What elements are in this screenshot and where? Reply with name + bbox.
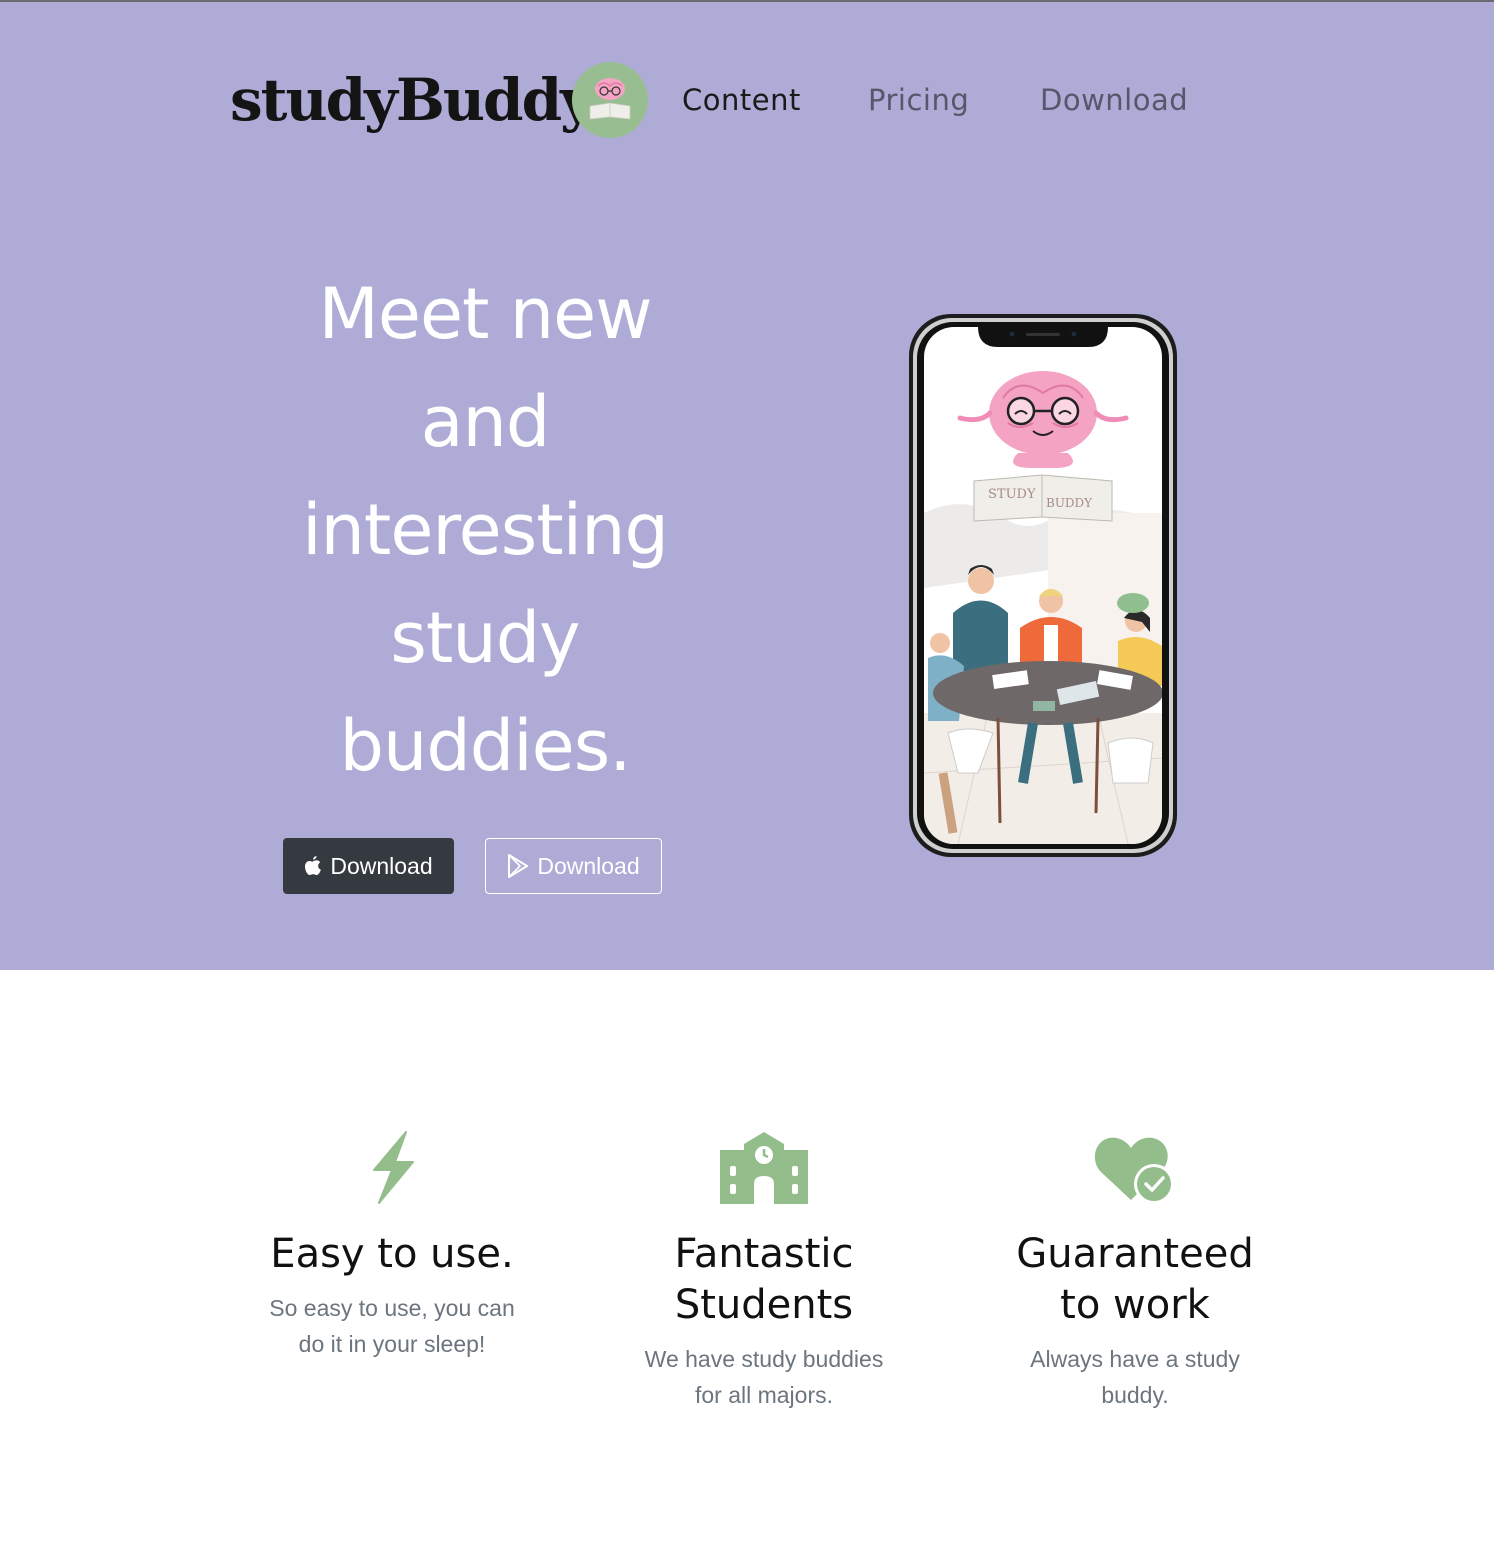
headline-line: and bbox=[420, 381, 551, 463]
app-store-download-button[interactable]: Download bbox=[283, 838, 454, 894]
bolt-icon bbox=[373, 1131, 414, 1204]
nav-link-download[interactable]: Download bbox=[1040, 82, 1188, 118]
google-play-download-button[interactable]: Download bbox=[485, 838, 662, 894]
headline-line: buddies. bbox=[339, 705, 632, 787]
google-play-icon bbox=[508, 854, 529, 878]
app-store-download-label: Download bbox=[330, 852, 433, 879]
apple-icon bbox=[305, 856, 322, 875]
hero-section bbox=[0, 2, 1494, 970]
brain-logo-icon bbox=[572, 62, 648, 138]
headline-line: interesting bbox=[302, 489, 669, 571]
feature-description-line: Always have a study bbox=[1030, 1346, 1240, 1372]
phone-mockup: STUDY BUDDY bbox=[908, 313, 1178, 858]
feature-description-line: buddy. bbox=[1101, 1382, 1169, 1408]
feature-description: We have study buddies for all majors. bbox=[614, 1341, 914, 1413]
nav-link-pricing[interactable]: Pricing bbox=[868, 82, 969, 118]
nav-link-content[interactable]: Content bbox=[682, 82, 801, 118]
feature-fantastic-students: Fantastic Students We have study buddies… bbox=[614, 1130, 914, 1413]
feature-title-line: Fantastic bbox=[674, 1231, 854, 1277]
headline-line: Meet new bbox=[318, 273, 653, 355]
heart-check-icon bbox=[1094, 1137, 1174, 1204]
brain-logo[interactable] bbox=[572, 62, 648, 138]
phone-book-label-study: STUDY bbox=[988, 487, 1036, 502]
feature-description-line: do it in your sleep! bbox=[298, 1331, 486, 1357]
phone-book-label-buddy: BUDDY bbox=[1046, 496, 1093, 510]
phone-illustration: STUDY BUDDY bbox=[909, 314, 1177, 857]
feature-title-line: to work bbox=[1060, 1282, 1210, 1328]
feature-title-line: Students bbox=[674, 1282, 854, 1328]
feature-easy-to-use: Easy to use. So easy to use, you can do … bbox=[242, 1130, 542, 1362]
feature-description: So easy to use, you can do it in your sl… bbox=[242, 1290, 542, 1362]
hero-headline: Meet new and interesting study buddies. bbox=[240, 260, 730, 800]
feature-description-line: We have study buddies bbox=[644, 1346, 884, 1372]
feature-title-line: Guaranteed bbox=[1016, 1231, 1254, 1277]
feature-title: Easy to use. bbox=[270, 1231, 514, 1277]
feature-description-line: for all majors. bbox=[694, 1382, 834, 1408]
google-play-download-label: Download bbox=[537, 852, 640, 879]
feature-title: Fantastic Students bbox=[614, 1229, 914, 1331]
feature-description: Always have a study buddy. bbox=[985, 1341, 1285, 1413]
headline-line: study bbox=[390, 597, 580, 679]
brand-title[interactable]: studyBuddy bbox=[230, 64, 594, 136]
school-icon bbox=[720, 1132, 808, 1204]
feature-title: Guaranteed to work bbox=[985, 1229, 1285, 1331]
feature-description-line: So easy to use, you can bbox=[269, 1295, 515, 1321]
feature-guaranteed-to-work: Guaranteed to work Always have a study b… bbox=[985, 1130, 1285, 1413]
